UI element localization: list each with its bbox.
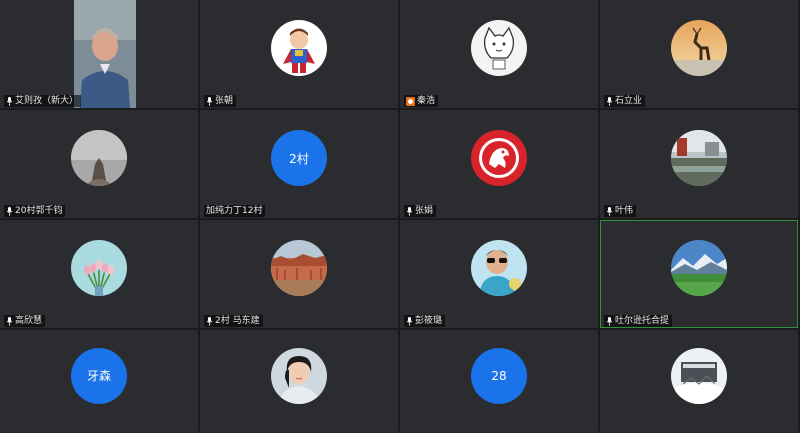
participant-avatar (271, 240, 327, 296)
participant-tile[interactable]: 石立业 (600, 0, 798, 108)
participant-tile[interactable]: 牙森 (0, 330, 198, 433)
participant-avatar (671, 240, 727, 296)
participant-avatar (671, 130, 727, 186)
participant-name-tag: 叶伟 (604, 205, 637, 217)
participant-tile[interactable]: 张朝 (200, 0, 398, 108)
participant-avatar: 2村 (271, 130, 327, 186)
participant-name: 张娟 (415, 206, 434, 216)
participant-name-tag: 石立业 (604, 95, 646, 107)
participant-name-tag: 张娟 (404, 205, 437, 217)
participant-name-tag: 彭筱璐 (404, 315, 446, 327)
participant-tile[interactable]: 28 (400, 330, 598, 433)
camera-icon (406, 96, 415, 106)
participant-tile[interactable]: 艾则孜（新大） (0, 0, 198, 108)
participant-avatar (271, 20, 327, 76)
microphone-icon (606, 206, 613, 216)
participant-name: 张朝 (215, 96, 234, 106)
participant-name: 加纯力丁12村 (206, 206, 263, 216)
participant-tile[interactable]: 20村郭千钧 (0, 110, 198, 218)
participant-avatar (471, 20, 527, 76)
participant-tile[interactable]: 张娟 (400, 110, 598, 218)
participant-name-tag: 秦浩 (404, 95, 439, 107)
participant-avatar (471, 130, 527, 186)
microphone-icon (606, 316, 613, 326)
microphone-icon (6, 96, 13, 106)
microphone-icon (206, 96, 213, 106)
participant-video (74, 0, 136, 108)
participant-name-tag: 吐尔逊托合提 (604, 315, 673, 327)
participant-name: 秦浩 (417, 96, 436, 106)
participant-name: 彭筱璐 (415, 316, 443, 326)
participant-avatar (671, 20, 727, 76)
participant-tile[interactable] (600, 330, 798, 433)
microphone-icon (406, 206, 413, 216)
participant-tile[interactable]: 秦浩 (400, 0, 598, 108)
participant-avatar (71, 130, 127, 186)
participant-tile[interactable]: 高欣慧 (0, 220, 198, 328)
microphone-icon (6, 316, 13, 326)
microphone-icon (206, 316, 213, 326)
participant-avatar (71, 240, 127, 296)
participant-name: 高欣慧 (15, 316, 43, 326)
participant-name-tag: 艾则孜（新大） (4, 95, 82, 107)
participant-tile[interactable]: 2村 马东建 (200, 220, 398, 328)
microphone-icon (606, 96, 613, 106)
participant-name: 石立业 (615, 96, 643, 106)
participant-name: 2村 马东建 (215, 316, 260, 326)
microphone-icon (6, 206, 13, 216)
participant-name-tag: 张朝 (204, 95, 237, 107)
microphone-icon (406, 316, 413, 326)
participant-avatar: 牙森 (71, 347, 127, 404)
participant-name-tag: 2村 马东建 (204, 315, 263, 327)
participant-name: 艾则孜（新大） (15, 96, 79, 106)
participant-name: 吐尔逊托合提 (615, 316, 670, 326)
participant-avatar (671, 347, 727, 404)
participant-tile[interactable]: 叶伟 (600, 110, 798, 218)
video-grid: 艾则孜（新大） 张朝 秦浩 石立业 20村郭千钧 2村 加纯力丁12村 张娟 叶… (0, 0, 800, 433)
participant-name-tag: 加纯力丁12村 (204, 205, 266, 217)
participant-tile[interactable]: 2村 加纯力丁12村 (200, 110, 398, 218)
participant-tile[interactable]: 彭筱璐 (400, 220, 598, 328)
participant-name-tag: 20村郭千钧 (4, 205, 66, 217)
participant-name: 叶伟 (615, 206, 634, 216)
participant-avatar (471, 240, 527, 296)
participant-tile-active-speaker[interactable]: 吐尔逊托合提 (600, 220, 798, 328)
participant-tile[interactable] (200, 330, 398, 433)
participant-name: 20村郭千钧 (15, 206, 63, 216)
participant-avatar: 28 (471, 347, 527, 404)
participant-name-tag: 高欣慧 (4, 315, 46, 327)
participant-avatar (271, 347, 327, 404)
